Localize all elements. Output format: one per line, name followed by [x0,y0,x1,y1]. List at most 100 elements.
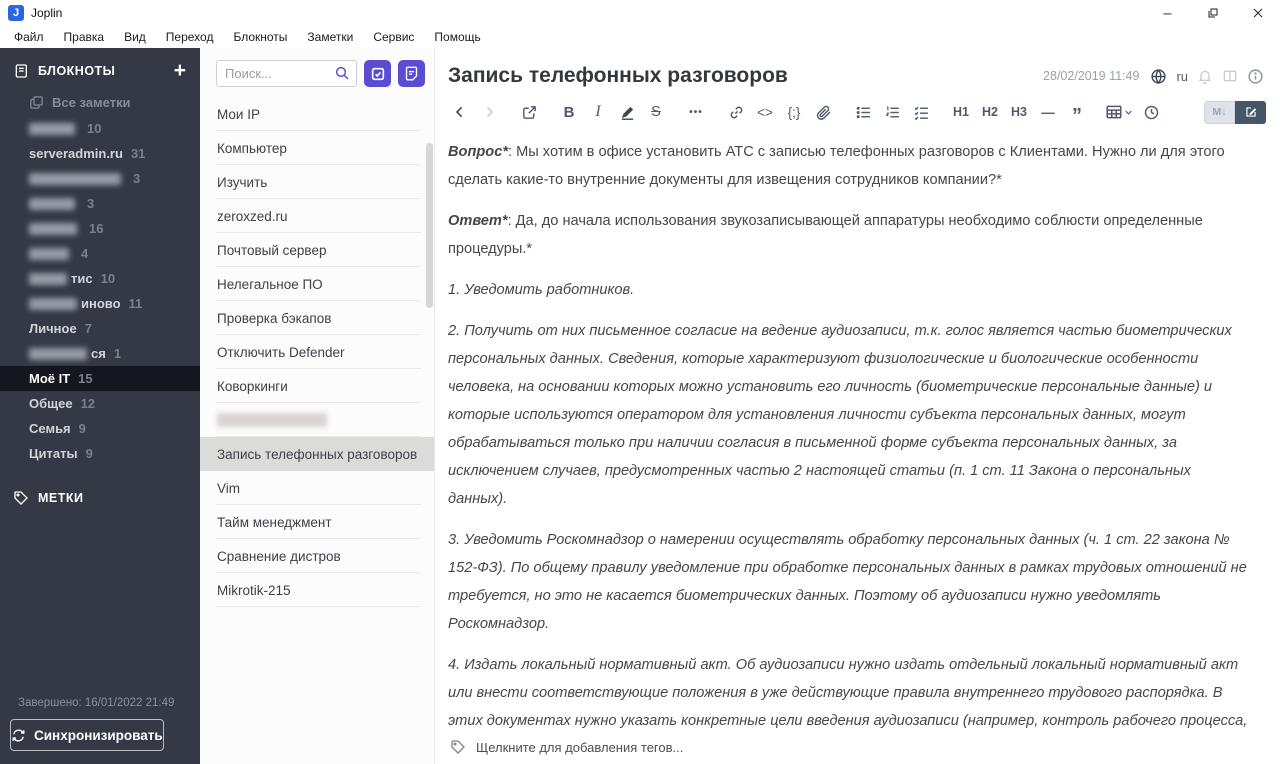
markdown-view-toggle[interactable]: M↓ [1204,100,1235,124]
note-list-item[interactable]: Изучить [200,165,434,199]
bulleted-list-button[interactable] [851,100,875,124]
tag-bar[interactable]: Щелкните для добавления тегов... [435,730,1280,764]
chevron-down-icon [1125,110,1132,115]
note-list-item[interactable]: Сравнение дистров [200,539,434,573]
paragraph-text: : Да, до начала использования звукозапис… [448,213,1203,258]
minimize-button[interactable] [1145,0,1190,26]
external-edit-button[interactable] [517,100,541,124]
alarm-bell-icon[interactable] [1197,68,1213,84]
note-paragraph: Вопрос*: Мы хотим в офисе установить АТС… [448,138,1250,194]
heading1-button[interactable]: H1 [949,100,973,124]
note-list-item[interactable]: Почтовый сервер [200,233,434,267]
notebook-item[interactable]: ся 1 [0,341,200,366]
note-title[interactable]: Запись телефонных разговоров [448,64,788,88]
notebook-label: Цитаты [29,446,78,461]
attach-file-button[interactable] [811,100,835,124]
notebook-item[interactable]: 16 [0,216,200,241]
notebook-item[interactable]: 10 [0,116,200,141]
all-notes-item[interactable]: Все заметки [0,90,200,116]
spellcheck-language[interactable]: ru [1176,69,1188,84]
new-note-button[interactable] [398,60,425,87]
note-list-item[interactable]: Нелегальное ПО [200,267,434,301]
table-button[interactable] [1105,100,1134,124]
menu-item[interactable]: Вид [114,28,156,46]
back-button[interactable] [448,100,472,124]
paragraph-text: : Мы хотим в офисе установить АТС с запи… [448,144,1225,189]
insert-datetime-button[interactable] [1139,100,1163,124]
notebook-item[interactable]: Цитаты 9 [0,441,200,466]
notebook-item[interactable]: Моё IT 15 [0,366,200,391]
notebook-item[interactable]: Семья 9 [0,416,200,441]
notebook-count: 15 [78,371,93,386]
note-properties-icon[interactable] [1247,68,1264,85]
notebook-item[interactable]: 3 [0,191,200,216]
notebook-label: Моё IT [29,371,71,386]
new-todo-button[interactable] [364,60,391,87]
editor-view-toggle[interactable] [1235,100,1266,124]
note-list-item[interactable]: Коворкинги [200,369,434,403]
search-row [200,48,434,97]
note-list-item[interactable]: Мои IP [200,97,434,131]
paragraph-lead: Ответ* [448,213,508,230]
globe-icon[interactable] [1150,68,1167,85]
bold-button[interactable]: B [557,100,581,124]
notebook-count: 3 [133,171,141,186]
inline-code-button[interactable]: <> [753,100,777,124]
close-button[interactable] [1235,0,1280,26]
note-list: Мои IP Компьютер Изучить zeroxzed.ru Поч… [200,97,434,607]
menu-item[interactable]: Помощь [424,28,490,46]
note-list-item[interactable]: Отключить Defender [200,335,434,369]
highlight-pen-icon[interactable] [615,100,639,124]
sync-button[interactable]: Синхронизировать [10,719,164,751]
blockquote-button[interactable]: ” [1065,100,1089,126]
new-notebook-button[interactable]: + [174,60,186,81]
notebook-item[interactable]: 3 [0,166,200,191]
note-header: Запись телефонных разговоров 28/02/2019 … [435,48,1280,92]
more-options-button[interactable]: ••• [684,100,708,124]
restore-button[interactable] [1190,0,1235,26]
notebook-item[interactable]: тис 10 [0,266,200,291]
layout-toggle-group: M↓ [1204,100,1266,124]
heading2-button[interactable]: H2 [978,100,1002,124]
tags-header-label: МЕТКИ [38,491,84,505]
note-list-item[interactable]: zeroxzed.ru [200,199,434,233]
notebook-item[interactable]: иново 11 [0,291,200,316]
forward-button[interactable] [477,100,501,124]
menu-item[interactable]: Заметки [297,28,363,46]
code-block-button[interactable]: {;} [782,100,806,124]
notebook-count: 11 [128,296,143,311]
note-list-item[interactable]: Проверка бэкапов [200,301,434,335]
notebook-item[interactable]: Общее 12 [0,391,200,416]
note-list-item[interactable]: Mikrotik-215 [200,573,434,607]
notebook-item[interactable]: 4 [0,241,200,266]
menu-item[interactable]: Сервис [363,28,424,46]
note-list-item[interactable]: Компьютер [200,131,434,165]
numbered-list-button[interactable] [880,100,904,124]
menu-item[interactable]: Переход [156,28,224,46]
note-body[interactable]: Вопрос*: Мы хотим в офисе установить АТС… [435,133,1280,730]
menu-item[interactable]: Файл [4,28,54,46]
note-list-item-label: Компьютер [217,140,287,156]
notebook-count: 10 [87,121,102,136]
note-list-item[interactable]: Vim [200,471,434,505]
horizontal-rule-button[interactable]: — [1036,100,1060,124]
note-list-item[interactable]: Запись телефонных разговоров [200,437,434,471]
note-list-item[interactable]: Тайм менеджмент [200,505,434,539]
note-list-scrollbar[interactable] [426,143,433,308]
hyperlink-button[interactable] [724,100,748,124]
editor-panel: Запись телефонных разговоров 28/02/2019 … [435,48,1280,764]
italic-button[interactable]: I [586,100,610,124]
notebook-item[interactable]: Личное 7 [0,316,200,341]
notebook-item[interactable]: serveradmin.ru 31 [0,141,200,166]
strikethrough-button[interactable]: S [644,100,668,124]
notebook-label: Семья [29,421,71,436]
split-view-icon[interactable] [1222,68,1238,84]
checkbox-list-button[interactable] [909,100,933,124]
edit-pencil-icon [1245,107,1256,117]
menu-item[interactable]: Правка [54,28,115,46]
redacted-label [29,347,87,360]
check-square-icon [371,67,384,80]
menu-item[interactable]: Блокноты [223,28,297,46]
note-list-item[interactable] [200,403,434,437]
heading3-button[interactable]: H3 [1007,100,1031,124]
